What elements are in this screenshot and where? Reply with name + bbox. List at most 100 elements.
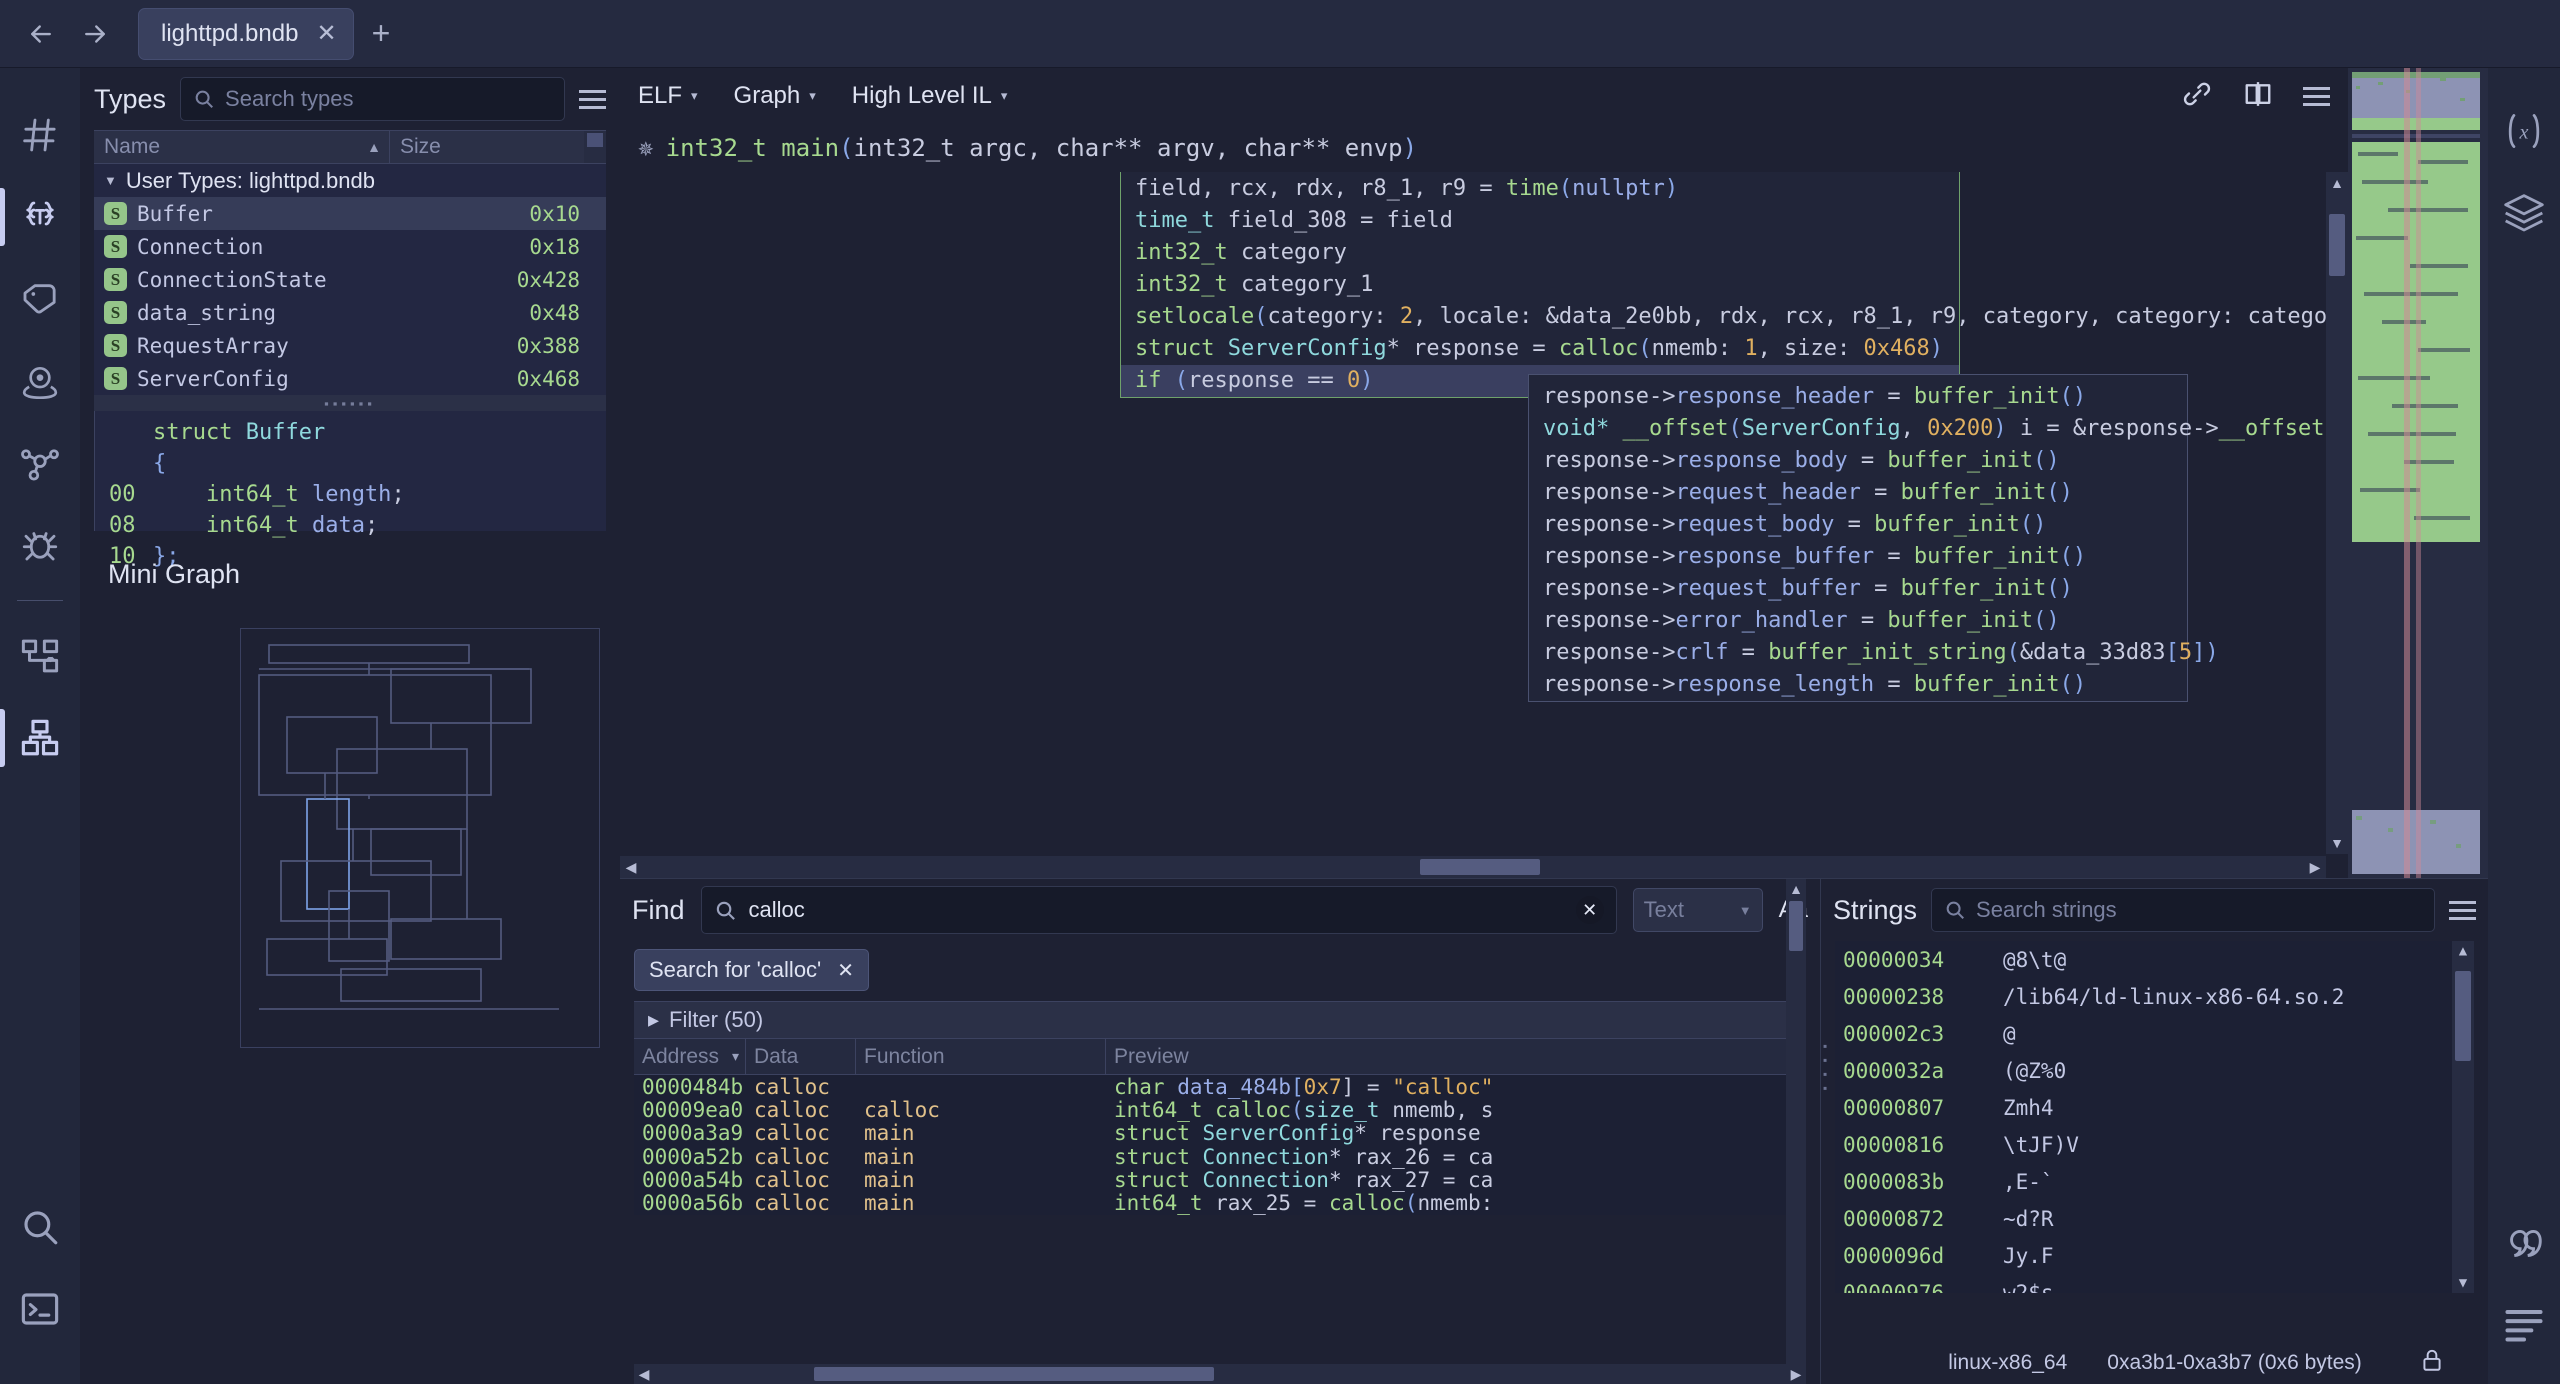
mini-graph-view[interactable] (240, 628, 600, 1048)
sidebar-item-debugger[interactable] (0, 504, 80, 586)
sidebar-item-search[interactable] (0, 1186, 80, 1268)
strings-scrollbar[interactable]: ▲ ▼ (2452, 941, 2474, 1293)
table-row[interactable]: 0000a54bcallocmainstruct Connection* rax… (634, 1168, 1806, 1191)
filter-toggle[interactable]: ▸ Filter (50) (634, 1001, 1806, 1039)
basic-block-1[interactable]: ssize_t r9field, rcx, rdx, r8_1, r9 = ti… (1120, 172, 1960, 398)
search-chip[interactable]: Search for 'calloc' ✕ (634, 949, 869, 991)
find-search-input[interactable]: calloc ✕ (701, 886, 1617, 934)
type-row[interactable]: SRequestArray0x388 (94, 329, 606, 362)
code-line[interactable]: void* __offset(ServerConfig, 0x200) i = … (1529, 413, 2187, 445)
type-row[interactable]: SBuffer0x10 (94, 197, 606, 230)
il-level-dropdown[interactable]: High Level IL▾ (852, 82, 1008, 110)
column-header-name[interactable]: Name ▲ (94, 131, 390, 163)
table-row[interactable]: 0000a52bcallocmainstruct Connection* rax… (634, 1145, 1806, 1168)
find-mode-select[interactable]: Text ▼ (1633, 888, 1763, 932)
code-line[interactable]: response->crlf = buffer_init_string(&dat… (1529, 637, 2187, 669)
sidebar-item-types[interactable] (0, 176, 80, 258)
graph-menu-button[interactable] (2303, 87, 2330, 106)
scroll-up-icon[interactable]: ▲ (1786, 879, 1806, 899)
table-row[interactable]: 0000484bcallocchar data_484b[0x7] = "cal… (634, 1075, 1806, 1098)
function-name[interactable]: main (781, 134, 839, 162)
close-icon[interactable]: ✕ (837, 958, 854, 983)
list-item[interactable]: 00000034@8\t@ (1835, 941, 2474, 978)
types-splitter[interactable]: ▪▪▪▪▪▪ (94, 395, 606, 411)
type-row[interactable]: Sdata_string0x48 (94, 296, 606, 329)
column-header-size[interactable]: Size (390, 131, 606, 163)
sidebar-item-log[interactable] (2484, 1282, 2560, 1364)
types-menu-button[interactable] (579, 90, 606, 109)
lock-icon[interactable] (2419, 1347, 2445, 1379)
code-line[interactable]: response->error_handler = buffer_init() (1529, 605, 2187, 637)
scroll-right-icon[interactable]: ▶ (1786, 1364, 1806, 1384)
document-tab[interactable]: lighttpd.bndb ✕ (138, 8, 354, 60)
scroll-right-icon[interactable]: ▶ (2304, 856, 2326, 878)
list-item[interactable]: 0000096dJy.F (1835, 1237, 2474, 1274)
struct-member-row[interactable]: 00 int64_t length; (95, 479, 606, 510)
list-item[interactable]: 00000872~d?R (1835, 1200, 2474, 1237)
list-item[interactable]: 00000238/lib64/ld-linux-x86-64.so.2 (1835, 978, 2474, 1015)
sidebar-item-variables[interactable]: x (2484, 90, 2560, 172)
code-line[interactable]: field, rcx, rdx, r8_1, r9 = time(nullptr… (1121, 173, 1959, 205)
new-tab-button[interactable]: + (372, 15, 391, 52)
code-line[interactable]: response->response_buffer = buffer_init(… (1529, 541, 2187, 573)
graph-vertical-scrollbar[interactable]: ▲ ▼ (2326, 172, 2348, 854)
split-pane-icon[interactable] (2243, 79, 2273, 114)
code-line[interactable]: time_t field_308 = field (1121, 205, 1959, 237)
find-vertical-scrollbar[interactable]: ▲ ▼ (1786, 879, 1806, 1384)
strings-panel-resizer[interactable]: ▪▪▪▪ (1823, 1039, 1830, 1095)
sidebar-item-console[interactable] (0, 1268, 80, 1350)
sidebar-item-crossrefs[interactable] (0, 422, 80, 504)
search-strings-input[interactable]: Search strings (1931, 888, 2435, 932)
type-row[interactable]: SConnection0x18 (94, 230, 606, 263)
list-item[interactable]: 00000807Zmh4 (1835, 1089, 2474, 1126)
list-item[interactable]: 00000816\tJF)V (1835, 1126, 2474, 1163)
code-line[interactable]: setlocale(category: 2, locale: &data_2e0… (1121, 301, 1959, 333)
code-line[interactable]: response->response_body = buffer_init() (1529, 445, 2187, 477)
scroll-up-icon[interactable]: ▲ (2452, 941, 2474, 961)
sidebar-item-tags[interactable] (0, 258, 80, 340)
scroll-left-icon[interactable]: ◀ (634, 1364, 654, 1384)
link-icon[interactable] (2181, 78, 2213, 115)
list-item[interactable]: 0000032a(@Z%0 (1835, 1052, 2474, 1089)
close-icon[interactable]: ✕ (316, 19, 336, 48)
list-item[interactable]: 0000083b,E-` (1835, 1163, 2474, 1200)
sidebar-item-mini-graph[interactable] (0, 615, 80, 697)
code-line[interactable]: response->request_body = buffer_init() (1529, 509, 2187, 541)
table-row[interactable]: 0000a56bcallocmainint64_t rax_25 = callo… (634, 1191, 1806, 1214)
types-group-row[interactable]: ▼ User Types: lighttpd.bndb (94, 164, 606, 197)
code-line[interactable]: response->request_header = buffer_init() (1529, 477, 2187, 509)
sidebar-item-comments[interactable] (2484, 1200, 2560, 1282)
sidebar-item-symbols[interactable] (0, 94, 80, 176)
type-row[interactable]: SServerConfig0x468 (94, 362, 606, 395)
graph-canvas[interactable]: ssize_t r9field, rcx, rdx, r8_1, r9 = ti… (620, 172, 2348, 878)
column-header-address[interactable]: Address ▾ (634, 1039, 746, 1074)
scroll-down-icon[interactable]: ▼ (2326, 832, 2348, 854)
list-item[interactable]: 000002c3 @ (1835, 1015, 2474, 1052)
code-line[interactable]: response->response_length = buffer_init(… (1529, 669, 2187, 701)
column-header-data[interactable]: Data (746, 1039, 856, 1074)
scroll-up-icon[interactable]: ▲ (2326, 172, 2348, 194)
sidebar-item-locations[interactable] (0, 340, 80, 422)
type-row[interactable]: SConnectionState0x428 (94, 263, 606, 296)
sidebar-item-stack[interactable] (2484, 172, 2560, 254)
scroll-left-icon[interactable]: ◀ (620, 856, 642, 878)
struct-member-row[interactable]: 08 int64_t data; (95, 510, 606, 541)
basic-block-2[interactable]: response->response_header = buffer_init(… (1528, 374, 2188, 702)
column-header-function[interactable]: Function (856, 1039, 1106, 1074)
sidebar-item-hierarchy[interactable] (0, 697, 80, 779)
strings-menu-button[interactable] (2449, 901, 2476, 920)
forward-button[interactable] (68, 7, 122, 61)
table-row[interactable]: 0000a3a9callocmainstruct ServerConfig* r… (634, 1122, 1806, 1145)
table-row[interactable]: 00009ea0calloccallocint64_t calloc(size_… (634, 1098, 1806, 1121)
view-type-dropdown[interactable]: ELF▾ (638, 82, 698, 110)
graph-mode-dropdown[interactable]: Graph▾ (734, 82, 816, 110)
binary-overview-strip[interactable] (2348, 68, 2488, 878)
column-header-preview[interactable]: Preview (1106, 1039, 1806, 1074)
list-item[interactable]: 00000976w2$s (1835, 1274, 2474, 1293)
back-button[interactable] (14, 7, 68, 61)
search-types-input[interactable]: Search types (180, 77, 565, 121)
types-scrollbar[interactable] (584, 131, 606, 163)
graph-horizontal-scrollbar[interactable]: ◀ ▶ (620, 856, 2326, 878)
code-line[interactable]: int32_t category (1121, 237, 1959, 269)
find-horizontal-scrollbar[interactable]: ◀ ▶ (634, 1364, 1806, 1384)
